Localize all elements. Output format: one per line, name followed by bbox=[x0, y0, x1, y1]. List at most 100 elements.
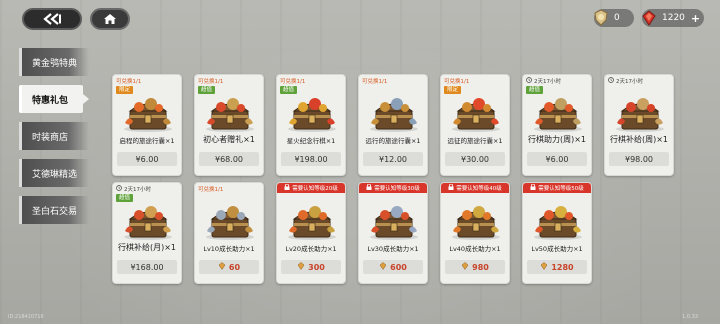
lock-icon bbox=[284, 183, 290, 192]
sidebar-item-special-packs[interactable]: 特惠礼包 bbox=[19, 85, 89, 113]
price-text: ¥198.00 bbox=[294, 154, 328, 164]
tag-text: 需要认知等级50级 bbox=[538, 186, 584, 192]
price-button[interactable]: ¥30.00 bbox=[445, 152, 505, 166]
treasure-chest-icon bbox=[613, 93, 667, 133]
price-button[interactable]: ¥98.00 bbox=[609, 152, 669, 166]
pack-card[interactable]: 需要认知等级20级 Lv20成长助力×1 300 bbox=[276, 182, 346, 284]
clock-icon bbox=[116, 185, 122, 193]
treasure-chest-icon bbox=[285, 93, 339, 133]
red-gem-icon bbox=[218, 262, 229, 272]
tag-text: 需要认知等级30级 bbox=[374, 186, 420, 192]
medal-currency: 0 bbox=[594, 9, 634, 27]
pack-card[interactable]: 可兑换1/1 限定 启程的旅途行囊×1 ¥6.00 bbox=[112, 74, 182, 176]
clock-icon bbox=[526, 77, 532, 85]
price-text: ¥98.00 bbox=[625, 154, 653, 164]
tag-text: 2天17小时 bbox=[616, 79, 643, 85]
user-id: ID:218410716 bbox=[8, 314, 44, 320]
lock-icon bbox=[366, 183, 372, 192]
price-button[interactable]: ¥168.00 bbox=[117, 260, 177, 274]
medal-amount: 0 bbox=[614, 13, 620, 23]
back-button[interactable] bbox=[22, 8, 82, 30]
pack-name: Lv50成长助力×1 bbox=[531, 245, 583, 253]
price-text: 1280 bbox=[551, 262, 574, 272]
price-text: 980 bbox=[472, 262, 489, 272]
pack-card[interactable]: 可兑换1/1 超值 星火纪念行棋×1 ¥198.00 bbox=[276, 74, 346, 176]
redeem-limit: 可兑换1/1 bbox=[362, 77, 387, 85]
sidebar-item-label: 艾德琳精选 bbox=[32, 169, 78, 180]
pack-card[interactable]: 需要认知等级40级 Lv40成长助力×1 980 bbox=[440, 182, 510, 284]
price-text: ¥68.00 bbox=[215, 154, 243, 164]
price-button[interactable]: ¥12.00 bbox=[363, 152, 423, 166]
level-requirement-banner: 需要认知等级40级 bbox=[441, 183, 509, 193]
tag-text: 需要认知等级40级 bbox=[456, 186, 502, 192]
price-button[interactable]: ¥6.00 bbox=[527, 152, 587, 166]
home-icon bbox=[104, 14, 116, 24]
treasure-chest-icon bbox=[203, 201, 257, 241]
red-gem-icon bbox=[297, 262, 308, 272]
redeem-limit: 可兑换1/1 bbox=[280, 77, 305, 85]
price-text: 600 bbox=[390, 262, 407, 272]
pack-name: Lv10成长助力×1 bbox=[203, 245, 255, 253]
add-gem-button[interactable]: + bbox=[691, 12, 700, 25]
tag-text: 可兑换1/1 bbox=[444, 79, 470, 85]
clock-icon bbox=[608, 77, 614, 85]
pack-name: 星火纪念行棋×1 bbox=[286, 137, 336, 145]
sidebar-item-label: 时装商店 bbox=[32, 132, 69, 143]
medal-icon bbox=[590, 7, 612, 29]
price-button[interactable]: 300 bbox=[281, 260, 341, 274]
gem-amount: 1220 bbox=[662, 13, 685, 23]
sidebar-item-adeline-picks[interactable]: 艾德琳精选 bbox=[19, 159, 89, 187]
price-button[interactable]: 980 bbox=[445, 260, 505, 274]
pack-card[interactable]: 需要认知等级50级 Lv50成长助力×1 1280 bbox=[522, 182, 592, 284]
price-text: ¥12.00 bbox=[379, 154, 407, 164]
pack-name: 行棋补给(周)×1 bbox=[609, 135, 669, 144]
red-gem-icon bbox=[540, 262, 551, 272]
time-remaining: 2天17小时 bbox=[526, 77, 561, 85]
tag-text: 可兑换1/1 bbox=[362, 79, 388, 85]
home-button[interactable] bbox=[90, 8, 130, 30]
version-label: 1.0.33 bbox=[682, 314, 698, 320]
red-gem-icon bbox=[379, 262, 390, 272]
tag-text: 可兑换1/1 bbox=[198, 187, 224, 193]
price-button[interactable]: ¥198.00 bbox=[281, 152, 341, 166]
price-text: ¥168.00 bbox=[130, 262, 164, 272]
price-text: ¥6.00 bbox=[135, 154, 159, 164]
pack-name: Lv40成长助力×1 bbox=[449, 245, 501, 253]
price-text: ¥6.00 bbox=[545, 154, 569, 164]
tag-text: 2天17小时 bbox=[534, 79, 561, 85]
red-gem-icon bbox=[461, 262, 472, 272]
treasure-chest-icon bbox=[531, 201, 585, 241]
level-requirement-banner: 需要认知等级20级 bbox=[277, 183, 345, 193]
pack-name: 行棋助力(周)×1 bbox=[527, 135, 587, 144]
pack-card[interactable]: 2天17小时 超值 行棋助力(周)×1 ¥6.00 bbox=[522, 74, 592, 176]
pack-card[interactable]: 2天17小时行棋补给(周)×1 ¥98.00 bbox=[604, 74, 674, 176]
price-button[interactable]: 1280 bbox=[527, 260, 587, 274]
time-remaining: 2天17小时 bbox=[116, 185, 151, 193]
price-text: 60 bbox=[228, 262, 241, 272]
time-remaining: 2天17小时 bbox=[608, 77, 643, 85]
treasure-chest-icon bbox=[121, 93, 175, 133]
pack-card[interactable]: 可兑换1/1 超值 初心者赠礼×1 ¥68.00 bbox=[194, 74, 264, 176]
sidebar-item-white-stone-trade[interactable]: 圣白石交易 bbox=[19, 196, 89, 224]
price-text: ¥30.00 bbox=[461, 154, 489, 164]
price-button[interactable]: ¥6.00 bbox=[117, 152, 177, 166]
sidebar-item-label: 黄金鸮特典 bbox=[32, 58, 78, 69]
treasure-chest-icon bbox=[367, 201, 421, 241]
sidebar-item-label: 特惠礼包 bbox=[32, 95, 69, 106]
price-button[interactable]: ¥68.00 bbox=[199, 152, 259, 166]
lock-icon bbox=[530, 183, 536, 192]
sidebar-item-fashion-shop[interactable]: 时装商店 bbox=[19, 122, 89, 150]
pack-card[interactable]: 可兑换1/1 远行的旅途行囊×1 ¥12.00 bbox=[358, 74, 428, 176]
red-gem-icon bbox=[638, 7, 660, 29]
tag-text: 2天17小时 bbox=[124, 187, 151, 193]
pack-card[interactable]: 2天17小时 超值 行棋补给(月)×1 ¥168.00 bbox=[112, 182, 182, 284]
pack-card[interactable]: 可兑换1/1 限定 远征的旅途行囊×1 ¥30.00 bbox=[440, 74, 510, 176]
pack-name: 初心者赠礼×1 bbox=[203, 135, 255, 144]
treasure-chest-icon bbox=[531, 93, 585, 133]
price-button[interactable]: 60 bbox=[199, 260, 259, 274]
double-chevron-left-icon bbox=[43, 13, 61, 25]
pack-card[interactable]: 需要认知等级30级 Lv30成长助力×1 600 bbox=[358, 182, 428, 284]
price-button[interactable]: 600 bbox=[363, 260, 423, 274]
pack-card[interactable]: 可兑换1/1 Lv10成长助力×1 60 bbox=[194, 182, 264, 284]
sidebar-item-golden-owl[interactable]: 黄金鸮特典 bbox=[19, 48, 89, 76]
